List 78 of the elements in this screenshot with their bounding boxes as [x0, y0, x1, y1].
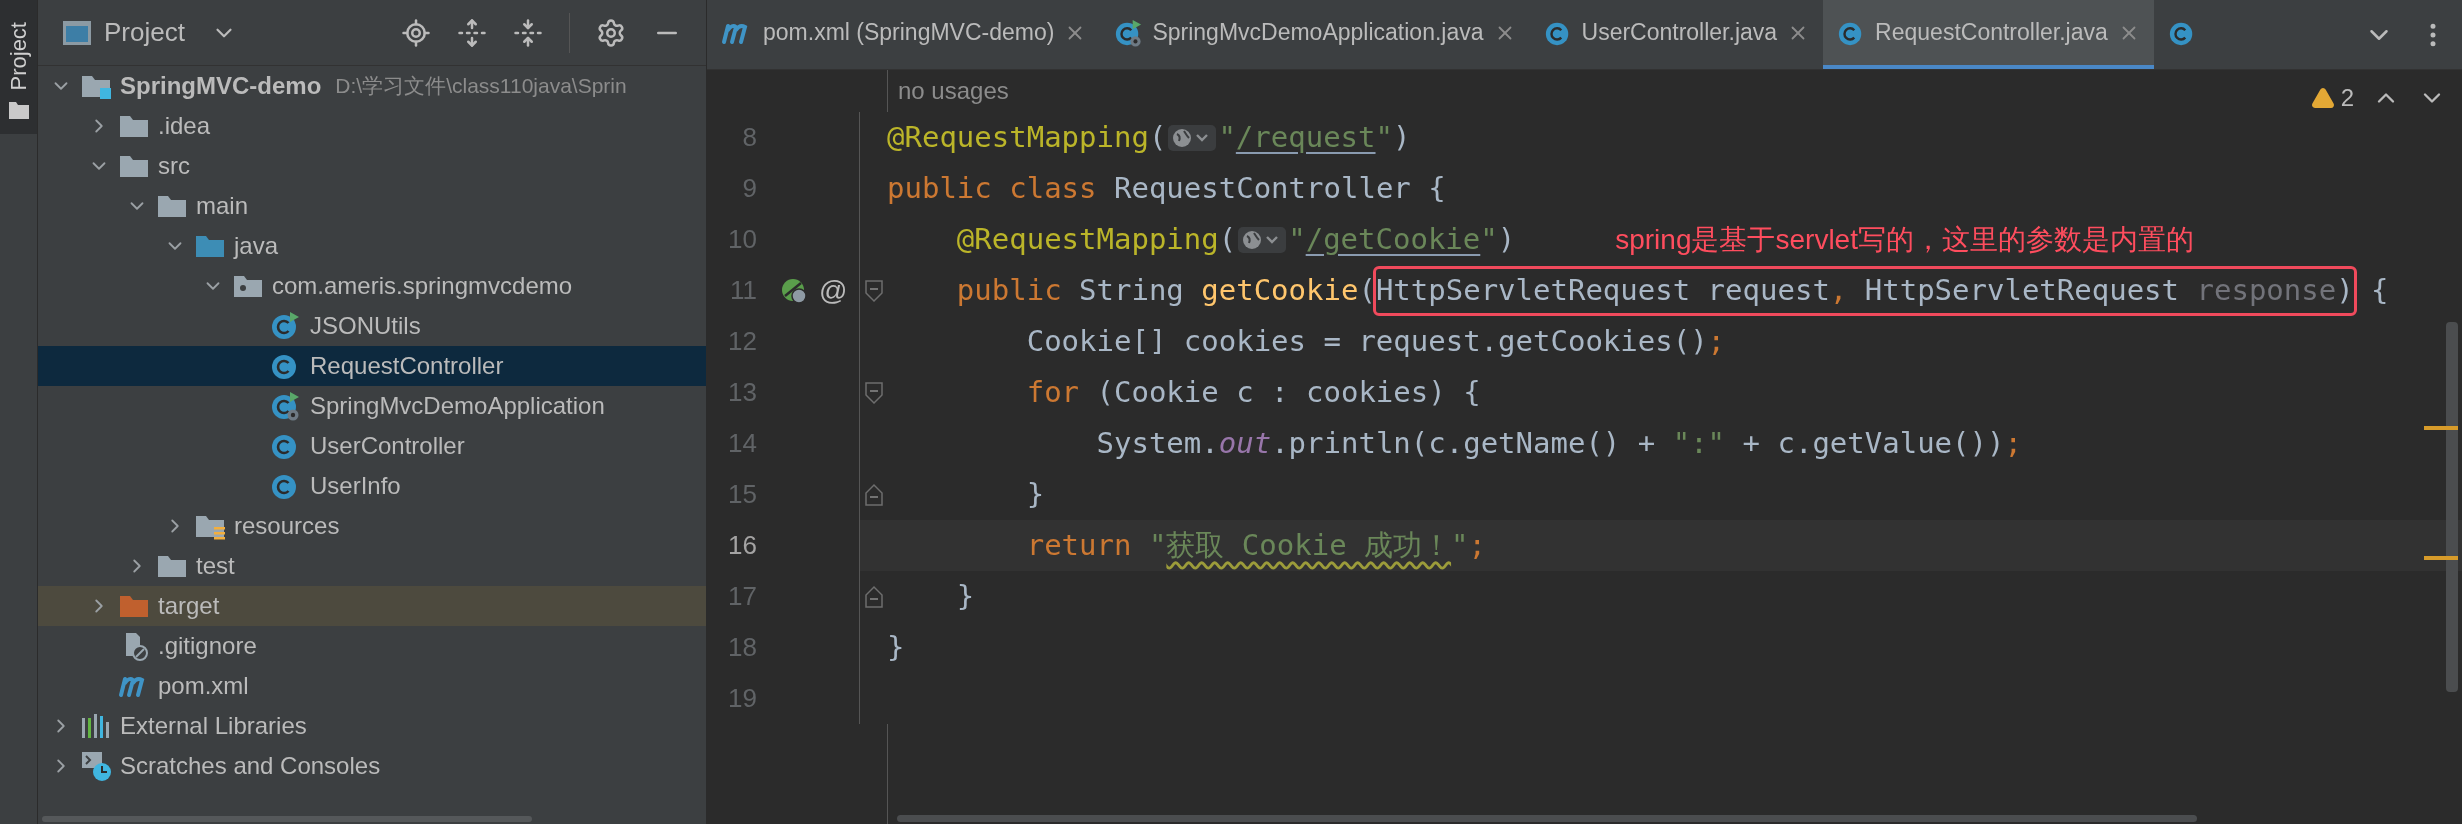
locate-icon[interactable] [401, 17, 431, 48]
scrollbar[interactable] [897, 815, 2197, 822]
tree-item[interactable]: UserController [38, 426, 706, 466]
libraries-icon [80, 712, 112, 740]
code-text: public class RequestController { [887, 169, 1446, 207]
tree-item[interactable]: UserInfo [38, 466, 706, 506]
tree-item[interactable]: Scratches and Consoles [38, 746, 706, 786]
scrollbar[interactable] [2446, 322, 2458, 692]
tree-item[interactable]: JSONUtils [38, 306, 706, 346]
settings-icon[interactable] [596, 17, 626, 48]
project-path: D:\学习文件\class110java\Sprin [335, 73, 627, 100]
tree-item[interactable]: src [38, 146, 706, 186]
gutter-mark[interactable]: @ [819, 269, 848, 312]
line-number: 10 [727, 223, 757, 256]
usages-hint: no usages [898, 76, 1009, 106]
tree-item[interactable]: main [38, 186, 706, 226]
panel-title[interactable]: Project [104, 13, 185, 52]
code-text: HttpServletRequest request, HttpServletRequest response) [1375, 271, 2354, 309]
line-number: 17 [727, 580, 757, 613]
line-number: 11 [729, 274, 757, 307]
folder-icon [7, 100, 30, 121]
tree-item[interactable]: test [38, 546, 706, 586]
globe-dropdown-icon[interactable] [1238, 224, 1287, 255]
tree-item[interactable]: RequestController [38, 346, 706, 386]
line-number: 19 [727, 682, 757, 715]
warning-count[interactable]: 2 [2340, 80, 2354, 116]
code-text: Cookie[] cookies = request.getCookies(); [1025, 322, 1726, 360]
tree-item[interactable]: SpringMvcDemoApplication [38, 386, 706, 426]
code-text: System.out.println(c.getName() + ":" + c.getValue()); [1095, 424, 2022, 462]
globe-dropdown-icon[interactable] [1168, 122, 1217, 153]
scrollbar[interactable] [42, 816, 532, 822]
editor-tab[interactable]: RequestController.java [1823, 0, 2154, 69]
code-text: for (Cookie c : cookies) { [1025, 373, 1481, 411]
editor-tab[interactable]: UserController.java [1529, 0, 1824, 69]
project-view-icon [62, 18, 92, 47]
code-text: "/request") [1218, 118, 1411, 156]
spring-class-icon [270, 391, 300, 421]
line-number: 12 [727, 325, 757, 358]
expand-all-icon[interactable] [457, 17, 487, 48]
annotation-note: spring是基于servlet写的，这里的参数是内置的 [1615, 222, 2194, 257]
tree-item[interactable]: com.ameris.springmvcdemo [38, 266, 706, 306]
fold-marker-icon[interactable] [864, 278, 883, 303]
collapse-all-icon[interactable] [513, 17, 543, 48]
line-number: 9 [741, 172, 757, 205]
code-text: { [2370, 271, 2389, 309]
code-text: "/getCookie") [1288, 220, 1516, 258]
fold-marker-icon[interactable] [864, 380, 883, 405]
line-number: 18 [727, 631, 757, 664]
code-text: public String getCookie( [955, 271, 1376, 309]
code-text: } [955, 577, 975, 615]
tree-item[interactable]: target [38, 586, 706, 626]
line-number: 13 [727, 376, 757, 409]
warning-icon[interactable] [2310, 86, 2335, 110]
tree-item[interactable]: pom.xml [38, 666, 706, 706]
tree-item[interactable]: java [38, 226, 706, 266]
editor-tab[interactable]: SpringMvcDemoApplication.java [1100, 0, 1530, 69]
code-text: } [887, 628, 905, 666]
spring-class-icon [1114, 18, 1143, 47]
tree-item[interactable]: .idea [38, 106, 706, 146]
side-tab[interactable]: Project [0, 0, 37, 135]
scratches-icon [80, 750, 112, 782]
code-text: @RequestMapping( [955, 220, 1237, 258]
code-text: } [1025, 475, 1045, 513]
tree-item[interactable]: .gitignore [38, 626, 706, 666]
editor-tab[interactable]: pom.xml (SpringMVC-demo) [707, 0, 1101, 69]
tree-item[interactable]: SpringMVC-demo D:\学习文件\class110java\Sprin [38, 66, 706, 106]
line-number: 8 [741, 121, 757, 154]
code-text: @RequestMapping( [887, 118, 1167, 156]
code-text: return "获取 Cookie 成功！"; [1025, 526, 1486, 564]
fold-marker-icon[interactable] [864, 482, 883, 507]
line-number: 14 [727, 427, 757, 460]
tree-item[interactable]: resources [38, 506, 706, 546]
line-number: 16 [727, 529, 757, 562]
line-number: 15 [727, 478, 757, 511]
tree-item[interactable]: External Libraries [38, 706, 706, 746]
runnable-class-icon [270, 311, 300, 341]
bean-web-icon[interactable] [781, 277, 807, 304]
fold-marker-icon[interactable] [864, 584, 883, 609]
